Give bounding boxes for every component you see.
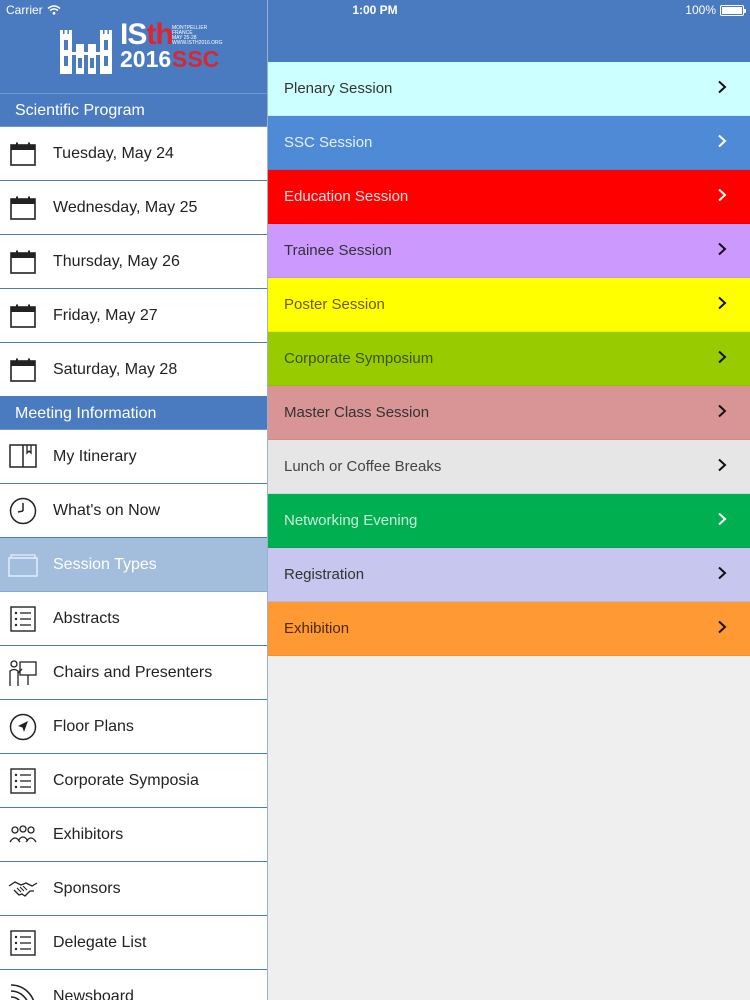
clock-icon	[8, 496, 38, 526]
clock-time: 1:00 PM	[352, 3, 398, 17]
logo-ssc: SSC	[172, 46, 220, 72]
session-row-education-session[interactable]: Education Session	[268, 170, 750, 224]
chevron-right-icon	[716, 404, 728, 422]
sidebar-item-label: Saturday, May 28	[53, 360, 178, 378]
rss-icon	[8, 982, 38, 1000]
chevron-right-icon	[716, 134, 728, 152]
session-row-registration[interactable]: Registration	[268, 548, 750, 602]
sidebar-item-label: Thursday, May 26	[53, 252, 180, 270]
book-icon	[8, 442, 38, 472]
sidebar-item-tuesday-may-24[interactable]: Tuesday, May 24	[0, 127, 267, 181]
sidebar-item-my-itinerary[interactable]: My Itinerary	[0, 430, 267, 484]
sidebar-item-what-s-on-now[interactable]: What's on Now	[0, 484, 267, 538]
list-icon	[8, 604, 38, 634]
session-label: SSC Session	[284, 134, 373, 151]
session-label: Corporate Symposium	[284, 350, 434, 367]
sidebar-item-label: Friday, May 27	[53, 306, 158, 324]
sidebar-item-label: Chairs and Presenters	[53, 663, 213, 681]
session-row-master-class-session[interactable]: Master Class Session	[268, 386, 750, 440]
session-label: Exhibition	[284, 620, 350, 637]
chevron-right-icon	[716, 296, 728, 314]
battery-indicator: 100%	[685, 3, 746, 17]
list-icon	[8, 928, 38, 958]
chevron-right-icon	[716, 80, 728, 98]
sidebar-item-label: Wednesday, May 25	[53, 198, 198, 216]
sidebar-item-thursday-may-26[interactable]: Thursday, May 26	[0, 235, 267, 289]
session-types-list: Plenary Session SSC Session Education Sess…	[268, 62, 750, 656]
session-row-corporate-symposium[interactable]: Corporate Symposium	[268, 332, 750, 386]
sidebar-item-label: Floor Plans	[53, 717, 134, 735]
chevron-right-icon	[716, 512, 728, 530]
sidebar-item-abstracts[interactable]: Abstracts	[0, 592, 267, 646]
session-label: Networking Evening	[284, 512, 418, 529]
sidebar-item-label: Session Types	[53, 555, 157, 573]
session-row-ssc-session[interactable]: SSC Session	[268, 116, 750, 170]
session-label: Master Class Session	[284, 404, 430, 421]
sidebar: ISth MONTPELLIER FRANCE MAY 25-28 WWW.IS…	[0, 0, 268, 1000]
sidebar-item-friday-may-27[interactable]: Friday, May 27	[0, 289, 267, 343]
session-label: Lunch or Coffee Breaks	[284, 458, 442, 475]
calendar-icon	[8, 355, 38, 385]
session-row-networking-evening[interactable]: Networking Evening	[268, 494, 750, 548]
sidebar-item-session-types[interactable]: Session Types	[0, 538, 267, 592]
sidebar-item-floor-plans[interactable]: Floor Plans	[0, 700, 267, 754]
chevron-right-icon	[716, 620, 728, 638]
chevron-right-icon	[716, 188, 728, 206]
sidebar-item-newsboard[interactable]: Newsboard	[0, 970, 267, 1000]
calendar-icon	[8, 247, 38, 277]
calendar-icon	[8, 193, 38, 223]
scientific-program-header: Scientific Program	[0, 94, 267, 127]
session-label: Registration	[284, 566, 365, 583]
session-row-lunch-or-coffee-breaks[interactable]: Lunch or Coffee Breaks	[268, 440, 750, 494]
sidebar-item-label: Sponsors	[53, 879, 121, 897]
sidebar-item-corporate-symposia[interactable]: Corporate Symposia	[0, 754, 267, 808]
sidebar-item-saturday-may-28[interactable]: Saturday, May 28	[0, 343, 267, 397]
sidebar-item-sponsors[interactable]: Sponsors	[0, 862, 267, 916]
logo-year: 2016	[120, 46, 172, 72]
chevron-right-icon	[716, 242, 728, 260]
status-bar: Carrier 1:00 PM 100%	[0, 0, 750, 20]
sidebar-item-wednesday-may-25[interactable]: Wednesday, May 25	[0, 181, 267, 235]
sidebar-item-label: Tuesday, May 24	[53, 144, 174, 162]
list-icon	[8, 766, 38, 796]
calendar-icon	[8, 301, 38, 331]
chevron-right-icon	[716, 350, 728, 368]
handshake-icon	[8, 874, 38, 904]
sidebar-item-label: Newsboard	[53, 987, 134, 1000]
session-label: Education Session	[284, 188, 409, 205]
session-label: Poster Session	[284, 296, 385, 313]
sidebar-item-delegate-list[interactable]: Delegate List	[0, 916, 267, 970]
battery-icon	[720, 4, 746, 16]
session-row-exhibition[interactable]: Exhibition	[268, 602, 750, 656]
sidebar-item-label: Corporate Symposia	[53, 771, 199, 789]
chevron-right-icon	[716, 458, 728, 476]
cathedral-logo-icon	[60, 30, 112, 74]
battery-label: 100%	[685, 3, 716, 17]
session-label: Plenary Session	[284, 80, 393, 97]
meeting-information-header: Meeting Information	[0, 397, 267, 430]
calendar-icon	[8, 139, 38, 169]
session-row-trainee-session[interactable]: Trainee Session	[268, 224, 750, 278]
folder-icon	[8, 550, 38, 580]
sidebar-item-label: Exhibitors	[53, 825, 124, 843]
sidebar-item-label: Delegate List	[53, 933, 147, 951]
location-arrow-icon	[8, 712, 38, 742]
chevron-right-icon	[716, 566, 728, 584]
session-label: Trainee Session	[284, 242, 392, 259]
sidebar-item-label: Abstracts	[53, 609, 120, 627]
sidebar-item-label: What's on Now	[53, 501, 161, 519]
sidebar-item-exhibitors[interactable]: Exhibitors	[0, 808, 267, 862]
session-row-poster-session[interactable]: Poster Session	[268, 278, 750, 332]
sidebar-item-label: My Itinerary	[53, 447, 137, 465]
sidebar-item-chairs-and-presenters[interactable]: Chairs and Presenters	[0, 646, 267, 700]
session-row-plenary-session[interactable]: Plenary Session	[268, 62, 750, 116]
isth-logo: ISth MONTPELLIER FRANCE MAY 25-28 WWW.IS…	[60, 20, 223, 74]
logo-meeting-details: MONTPELLIER FRANCE MAY 25-28 WWW.ISTH201…	[172, 25, 223, 46]
presenter-icon	[8, 658, 38, 688]
people-icon	[8, 820, 38, 850]
